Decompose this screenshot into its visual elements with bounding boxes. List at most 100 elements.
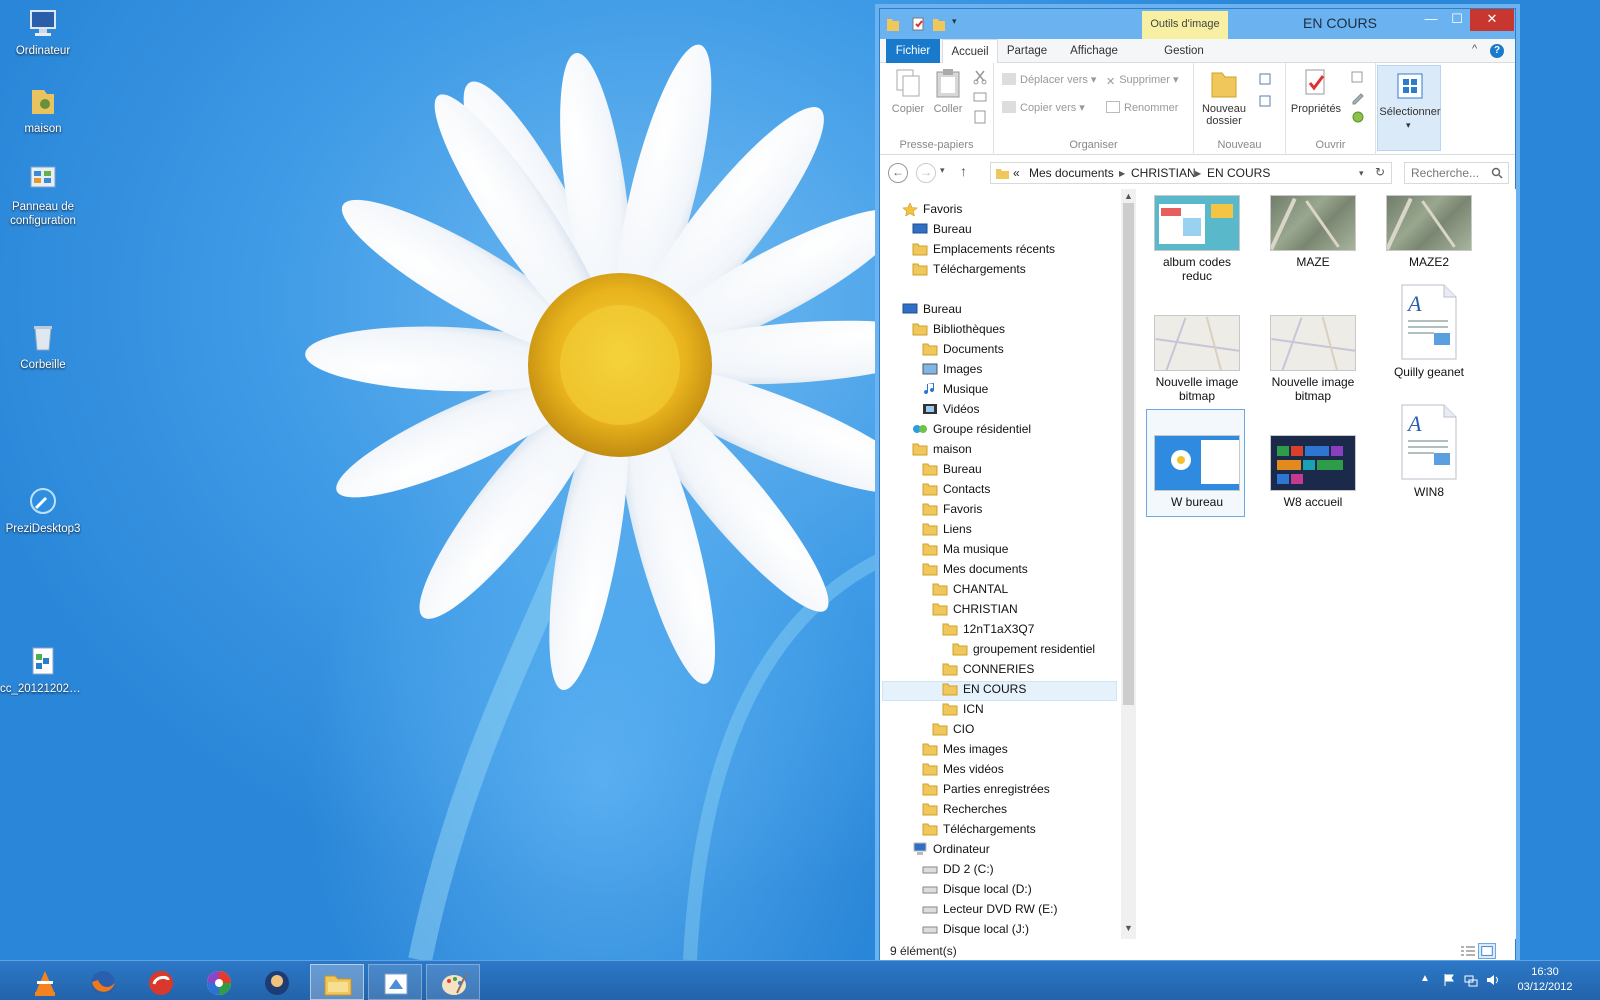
breadcrumb-mes-documents[interactable]: Mes documents <box>1029 166 1114 180</box>
tree-item[interactable]: Documents <box>922 339 1004 359</box>
tab-gestion[interactable]: Gestion <box>1146 39 1222 63</box>
file-item[interactable]: A WIN8 <box>1380 403 1478 499</box>
tree-item[interactable]: CHRISTIAN <box>932 599 1018 619</box>
file-item[interactable]: W bureau <box>1148 435 1246 509</box>
tab-accueil[interactable]: Accueil <box>942 39 998 64</box>
file-item[interactable]: Nouvelle image bitmap <box>1264 315 1362 403</box>
tree-item[interactable]: Disque local (J:) <box>922 919 1029 939</box>
tree-item[interactable]: Liens <box>922 519 972 539</box>
help-icon[interactable]: ? <box>1490 44 1504 58</box>
rename-button[interactable]: Renommer <box>1106 99 1178 117</box>
delete-button[interactable]: ✕ Supprimer ▾ <box>1106 71 1179 89</box>
tree-item[interactable]: DD 2 (C:) <box>922 859 994 879</box>
taskbar-app-paint[interactable] <box>368 964 422 1000</box>
collapse-ribbon-icon[interactable]: ^ <box>1472 43 1477 55</box>
tree-item[interactable]: Ordinateur <box>912 839 990 859</box>
tree-item[interactable]: Contacts <box>922 479 990 499</box>
tree-item[interactable]: Parties enregistrées <box>922 779 1050 799</box>
action-center-flag-icon[interactable] <box>1442 973 1456 987</box>
taskbar-app-explorer[interactable] <box>310 964 364 1000</box>
paste-shortcut-icon[interactable] <box>972 109 988 125</box>
breadcrumb-christian[interactable]: CHRISTIAN <box>1131 166 1196 180</box>
tree-item[interactable]: Vidéos <box>922 399 979 419</box>
tree-item[interactable]: Mes images <box>922 739 1008 759</box>
new-item-icon[interactable] <box>1258 71 1274 87</box>
tree-item[interactable]: Recherches <box>922 799 1007 819</box>
tree-item[interactable]: Favoris <box>922 499 982 519</box>
properties-button[interactable]: Propriétés <box>1290 67 1342 115</box>
show-hidden-icons-icon[interactable]: ▲ <box>1420 973 1434 987</box>
tree-item[interactable]: Emplacements récents <box>912 239 1055 259</box>
tree-item[interactable]: Groupe résidentiel <box>912 419 1031 439</box>
breadcrumb-en-cours[interactable]: EN COURS <box>1207 166 1270 180</box>
file-item[interactable]: album codes reduc <box>1148 195 1246 283</box>
file-item[interactable]: A Quilly geanet <box>1380 283 1478 379</box>
minimize-button[interactable]: — <box>1418 9 1444 31</box>
taskbar-app-agent[interactable] <box>250 964 304 1000</box>
taskbar-app-firefox[interactable] <box>76 964 130 1000</box>
breadcrumb-prefix[interactable]: « <box>1013 166 1020 180</box>
tree-item[interactable]: groupement residentiel <box>952 639 1095 659</box>
tree-item[interactable]: EN COURS <box>942 679 1026 699</box>
taskbar-app-ccleaner[interactable] <box>134 964 188 1000</box>
move-to-button[interactable]: Déplacer vers ▾ <box>1002 71 1096 89</box>
tree-item[interactable]: Bureau <box>912 219 972 239</box>
breadcrumb-separator-icon[interactable]: ▶ <box>1119 169 1125 178</box>
paste-button[interactable]: Coller <box>926 67 970 115</box>
search-input[interactable]: Recherche... <box>1404 162 1509 184</box>
forward-button[interactable]: → <box>916 163 936 183</box>
history-icon[interactable] <box>1350 109 1366 125</box>
tree-item[interactable]: Images <box>922 359 982 379</box>
easy-access-icon[interactable] <box>1258 93 1274 109</box>
title-bar[interactable]: ▾ Outils d'image EN COURS — ☐ ✕ <box>880 9 1515 39</box>
tree-item[interactable]: Lecteur DVD RW (E:) <box>922 899 1057 919</box>
tree-item[interactable]: Favoris <box>902 199 962 219</box>
taskbar-app-vlc[interactable] <box>18 964 72 1000</box>
tree-item[interactable]: Mes vidéos <box>922 759 1004 779</box>
cut-icon[interactable] <box>972 69 988 85</box>
scroll-down-icon[interactable]: ▼ <box>1124 923 1133 933</box>
file-item[interactable]: MAZE <box>1264 195 1362 269</box>
taskbar-app-picasa[interactable] <box>192 964 246 1000</box>
tree-item[interactable]: Bureau <box>902 299 962 319</box>
scrollbar-thumb[interactable] <box>1123 203 1134 705</box>
tree-item[interactable]: CIO <box>932 719 974 739</box>
details-view-icon[interactable] <box>1460 944 1476 958</box>
tree-item[interactable]: Musique <box>922 379 988 399</box>
large-icons-view-icon[interactable] <box>1478 943 1496 959</box>
close-button[interactable]: ✕ <box>1470 9 1514 31</box>
tree-item[interactable]: Disque local (D:) <box>922 879 1032 899</box>
network-icon[interactable] <box>1464 973 1478 987</box>
refresh-icon[interactable]: ↻ <box>1375 165 1385 179</box>
tree-item[interactable]: 12nT1aX3Q7 <box>942 619 1034 639</box>
new-folder-icon[interactable] <box>932 16 946 32</box>
desktop-icon-maison[interactable]: maison <box>0 84 86 136</box>
scroll-up-icon[interactable]: ▲ <box>1124 191 1133 201</box>
tree-item[interactable]: maison <box>912 439 972 459</box>
tree-item[interactable]: Bureau <box>922 459 982 479</box>
tree-item[interactable]: Téléchargements <box>912 259 1026 279</box>
select-button[interactable]: Sélectionner ▾ <box>1377 65 1441 151</box>
up-arrow-icon[interactable]: ↑ <box>960 163 967 179</box>
tree-item[interactable]: Bibliothèques <box>912 319 1005 339</box>
customize-qat-icon[interactable]: ▾ <box>952 16 957 32</box>
copy-path-icon[interactable] <box>972 89 988 105</box>
file-item[interactable]: MAZE2 <box>1380 195 1478 269</box>
tree-item[interactable]: Mes documents <box>922 559 1028 579</box>
address-bar[interactable]: « Mes documents ▶ CHRISTIAN ▶ EN COURS ▾… <box>990 162 1392 184</box>
tree-item[interactable]: ICN <box>942 699 984 719</box>
address-dropdown-icon[interactable]: ▾ <box>1359 168 1364 179</box>
volume-icon[interactable] <box>1486 973 1500 987</box>
desktop-icon-corbeille[interactable]: Corbeille <box>0 320 86 372</box>
properties-icon[interactable] <box>912 16 926 32</box>
navigation-scrollbar[interactable]: ▲ ▼ <box>1121 189 1136 939</box>
edit-icon[interactable] <box>1350 89 1366 105</box>
desktop-icon-panneau-configuration[interactable]: Panneau de configuration <box>0 162 86 228</box>
recent-locations-icon[interactable]: ▾ <box>940 165 945 176</box>
tree-item[interactable]: Téléchargements <box>922 819 1036 839</box>
tab-fichier[interactable]: Fichier <box>886 39 940 63</box>
file-item[interactable]: Nouvelle image bitmap <box>1148 315 1246 403</box>
tree-item[interactable]: CONNERIES <box>942 659 1034 679</box>
desktop-icon-prezi[interactable]: PreziDesktop3 <box>0 484 86 536</box>
clock[interactable]: 16:30 03/12/2012 <box>1510 965 1580 995</box>
